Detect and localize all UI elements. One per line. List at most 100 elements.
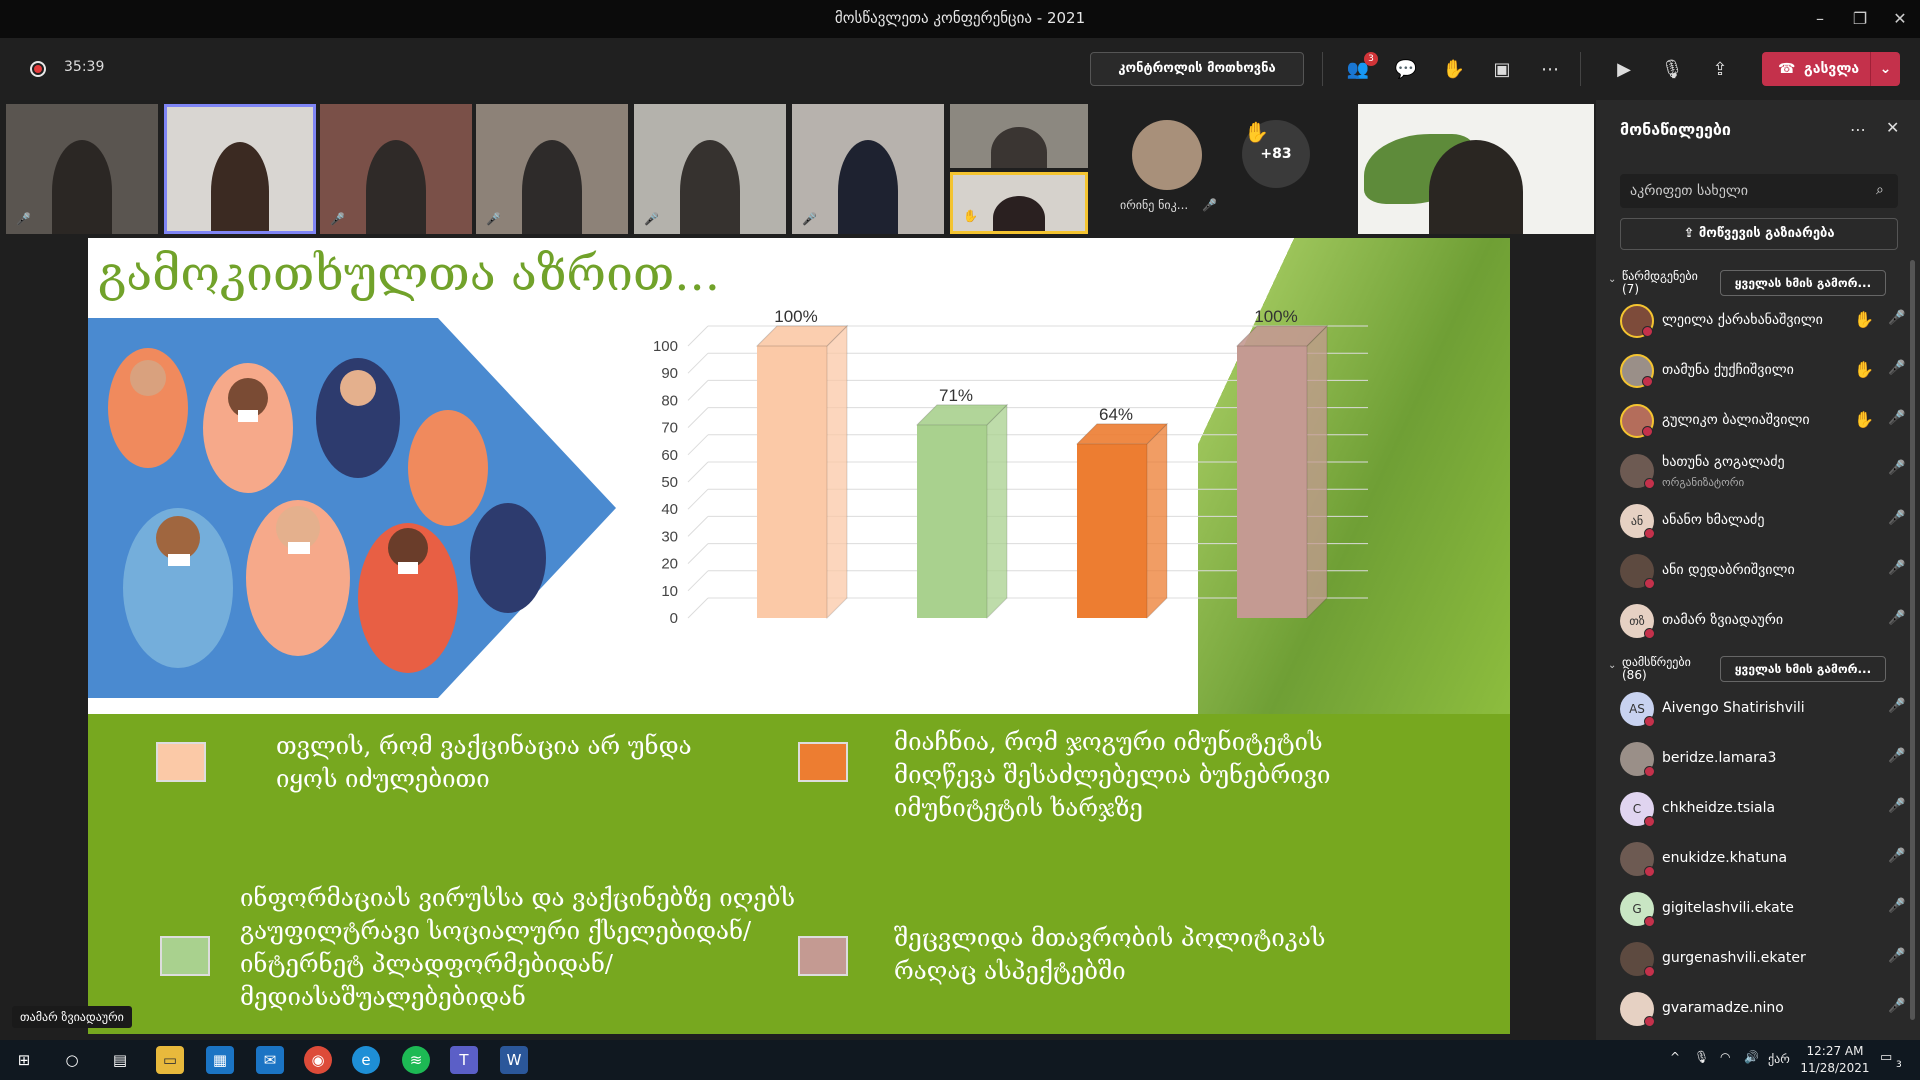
start-icon[interactable]: ⊞: [10, 1046, 38, 1074]
mute-all-presenters-button[interactable]: ყველას ხმის გამორ...: [1720, 270, 1886, 296]
reactions-icon[interactable]: ✋: [1440, 56, 1468, 84]
spotify-icon[interactable]: ≋: [402, 1046, 430, 1074]
participant-row[interactable]: თამუნა ქუქჩიშვილი ✋ 🎤: [1620, 350, 1910, 392]
microphone-icon[interactable]: 🎙: [1658, 56, 1686, 84]
chevron-down-icon[interactable]: ⌄: [1608, 274, 1616, 285]
mic-off-icon[interactable]: 🎤: [1888, 698, 1905, 714]
avatar: C: [1620, 792, 1655, 827]
camera-icon[interactable]: ▶: [1610, 56, 1638, 84]
task-view-icon[interactable]: ▤: [106, 1046, 134, 1074]
mic-off-icon[interactable]: 🎤: [1888, 510, 1905, 526]
tray-chevron-icon[interactable]: ^: [1670, 1050, 1680, 1064]
rooms-icon[interactable]: ▣: [1488, 56, 1516, 84]
tray-mic-icon[interactable]: 🎙: [1694, 1050, 1709, 1064]
notifications-icon[interactable]: ▭: [1880, 1050, 1892, 1065]
presenters-section[interactable]: წარმდგენები (7): [1622, 270, 1698, 296]
participant-row[interactable]: AS Aivengo Shatirishvili 🎤: [1620, 688, 1910, 730]
y-tick-label: 90: [661, 365, 678, 382]
search-circle-icon[interactable]: ○: [58, 1046, 86, 1074]
participant-row[interactable]: Ggigitelashvili.ekate 🎤: [1620, 888, 1910, 930]
word-icon[interactable]: W: [500, 1046, 528, 1074]
mic-off-icon[interactable]: 🎤: [1888, 360, 1905, 376]
y-tick-label: 50: [661, 474, 678, 491]
participant-row[interactable]: Cchkheidze.tsiala 🎤: [1620, 788, 1910, 830]
mic-off-icon: 🎤: [16, 212, 31, 226]
mic-off-icon[interactable]: 🎤: [1888, 560, 1905, 576]
mic-off-icon[interactable]: 🎤: [1888, 460, 1905, 476]
legend-swatch-2: [798, 742, 848, 782]
participant-row[interactable]: beridze.lamara3 🎤: [1620, 738, 1910, 780]
participant-row[interactable]: enukidze.khatuna 🎤: [1620, 838, 1910, 880]
participant-search-input[interactable]: აკრიფეთ სახელი: [1620, 174, 1898, 208]
chevron-down-icon[interactable]: ⌄: [1870, 52, 1900, 86]
chrome-icon[interactable]: ◉: [304, 1046, 332, 1074]
store-icon[interactable]: ▦: [206, 1046, 234, 1074]
close-window-icon[interactable]: ✕: [1880, 6, 1920, 32]
participant-row[interactable]: ლეილა ქარახანაშვილი ✋ 🎤: [1620, 300, 1910, 342]
language-indicator[interactable]: ქარ: [1768, 1052, 1790, 1066]
participant-row[interactable]: გულიკო ბალიაშვილი ✋ 🎤: [1620, 400, 1910, 442]
video-tile[interactable]: 🎤: [792, 104, 944, 234]
participant-video: [210, 141, 270, 231]
mail-icon[interactable]: ✉: [256, 1046, 284, 1074]
avatar: თზ: [1620, 604, 1655, 639]
mic-off-icon[interactable]: 🎤: [1888, 310, 1905, 326]
video-tile[interactable]: [950, 104, 1088, 168]
y-tick-label: 100: [653, 338, 678, 355]
window-title: მოსწავლეთა კონფერენცია - 2021: [834, 9, 1086, 27]
legend-text-2: მიაჩნია, რომ ჯოგური იმუნიტეტის მიღწევა შ…: [894, 728, 1331, 822]
leave-button[interactable]: ☎ გასვლა ⌄: [1762, 52, 1900, 86]
video-tile[interactable]: 🎤: [476, 104, 628, 234]
avatar[interactable]: [1132, 120, 1202, 190]
request-control-button[interactable]: კონტროლის მოთხოვნა: [1090, 52, 1304, 86]
teams-icon[interactable]: T: [450, 1046, 478, 1074]
chevron-down-icon[interactable]: ⌄: [1608, 660, 1616, 671]
search-icon[interactable]: ⌕: [1876, 182, 1884, 198]
chat-icon[interactable]: 💬: [1392, 56, 1420, 84]
mic-off-icon[interactable]: 🎤: [1888, 410, 1905, 426]
video-tile-hand-raised[interactable]: ✋: [950, 172, 1088, 234]
share-invite-button[interactable]: ⇪ მოწვევის გაზიარება: [1620, 218, 1898, 250]
mic-off-icon[interactable]: 🎤: [1888, 848, 1905, 864]
participant-row[interactable]: ხათუნა გოგალაძე ორგანიზატორი 🎤: [1620, 450, 1910, 492]
data-label: 64%: [1099, 405, 1133, 424]
file-explorer-icon[interactable]: ▭: [156, 1046, 184, 1074]
wifi-icon[interactable]: ◠: [1720, 1050, 1730, 1064]
edge-icon[interactable]: e: [352, 1046, 380, 1074]
chart-bar: [1077, 443, 1147, 618]
chart-bar-side: [1146, 422, 1168, 620]
clock[interactable]: 12:27 AM 11/28/2021: [1800, 1043, 1870, 1077]
chart-bar-side: [1306, 324, 1328, 620]
participant-row[interactable]: gurgenashvili.ekater 🎤: [1620, 938, 1910, 980]
mic-off-icon[interactable]: 🎤: [1888, 610, 1905, 626]
clock-time: 12:27 AM: [1806, 1044, 1864, 1058]
close-panel-icon[interactable]: ✕: [1886, 118, 1899, 137]
video-tile-active[interactable]: [164, 104, 316, 234]
video-tile[interactable]: 🎤: [634, 104, 786, 234]
more-options-icon[interactable]: ⋯: [1850, 120, 1866, 139]
presenter-video[interactable]: [1358, 104, 1594, 234]
restore-icon[interactable]: ❐: [1840, 6, 1880, 32]
scrollbar[interactable]: [1910, 260, 1915, 1020]
participant-row[interactable]: ანი დედაბრიშვილი 🎤: [1620, 550, 1910, 592]
share-screen-icon[interactable]: ⇪: [1706, 56, 1734, 84]
gridline-depth: [687, 352, 709, 374]
video-tile[interactable]: 🎤: [320, 104, 472, 234]
volume-icon[interactable]: 🔊: [1744, 1050, 1759, 1064]
participant-row[interactable]: თზ თამარ ზვიადაური 🎤: [1620, 600, 1910, 642]
minimize-icon[interactable]: –: [1800, 6, 1840, 32]
mute-all-attendees-button[interactable]: ყველას ხმის გამორ...: [1720, 656, 1886, 682]
share-icon: ⇪: [1683, 226, 1699, 241]
participant-row[interactable]: gvaramadze.nino 🎤: [1620, 988, 1910, 1030]
attendees-section[interactable]: დამსწრეები (86): [1622, 656, 1691, 682]
mic-off-icon[interactable]: 🎤: [1888, 898, 1905, 914]
more-actions-icon[interactable]: ⋯: [1536, 56, 1564, 84]
participant-video: [1428, 140, 1524, 234]
participant-row[interactable]: ან ანანო ხმალაძე 🎤: [1620, 500, 1910, 542]
mic-off-icon[interactable]: 🎤: [1888, 948, 1905, 964]
mic-off-icon[interactable]: 🎤: [1888, 798, 1905, 814]
participants-panel: მონაწილეები ⋯ ✕ აკრიფეთ სახელი ⌕ ⇪ მოწვე…: [1596, 100, 1920, 1040]
mic-off-icon[interactable]: 🎤: [1888, 748, 1905, 764]
mic-off-icon[interactable]: 🎤: [1888, 998, 1905, 1014]
video-tile[interactable]: 🎤: [6, 104, 158, 234]
